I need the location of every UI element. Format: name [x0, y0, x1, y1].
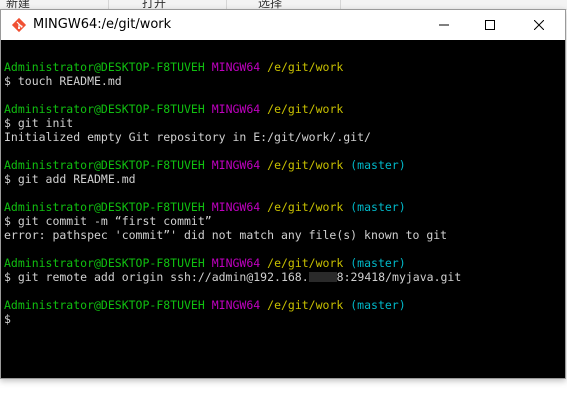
prompt-host: MINGW64 [211, 200, 261, 214]
error-output-line: error: pathspec 'commit”' did not match … [4, 228, 448, 242]
command-text-before-redaction: $ git remote add origin ssh://admin@192.… [4, 270, 309, 284]
prompt-branch: (master) [350, 256, 406, 270]
output-line: Initialized empty Git repository in E:/g… [4, 130, 371, 144]
title-bar[interactable]: MINGW64:/e/git/work [1, 10, 565, 40]
prompt-path: /e/git/work [267, 158, 344, 172]
prompt-host: MINGW64 [211, 158, 261, 172]
prompt-line: Administrator@DESKTOP-F8TUVEH MINGW64 /e… [4, 102, 565, 116]
prompt-host: MINGW64 [211, 298, 261, 312]
desktop: 新建 打开 选择 MINGW64:/e/git/work Administrat… [0, 0, 567, 416]
prompt-line: Administrator@DESKTOP-F8TUVEH MINGW64 /e… [4, 60, 565, 74]
prompt-host: MINGW64 [211, 60, 261, 74]
prompt-path: /e/git/work [267, 60, 344, 74]
command-line: $ git init [4, 116, 74, 130]
prompt-line: Administrator@DESKTOP-F8TUVEH MINGW64 /e… [4, 158, 565, 172]
background-divider [226, 0, 227, 9]
prompt-line: Administrator@DESKTOP-F8TUVEH MINGW64 /e… [4, 298, 565, 312]
prompt-user: Administrator@DESKTOP-F8TUVEH [4, 60, 205, 74]
command-line: $ touch README.md [4, 74, 122, 88]
maximize-button[interactable] [467, 10, 513, 40]
prompt-user: Administrator@DESKTOP-F8TUVEH [4, 158, 205, 172]
git-diamond-icon [11, 17, 27, 33]
minimize-icon [439, 24, 449, 26]
prompt-user: Administrator@DESKTOP-F8TUVEH [4, 200, 205, 214]
command-line: $ git commit -m “first commit” [4, 214, 212, 228]
background-divider [340, 0, 341, 9]
prompt-host: MINGW64 [211, 102, 261, 116]
prompt-path: /e/git/work [267, 200, 344, 214]
prompt-path: /e/git/work [267, 298, 344, 312]
prompt-line: Administrator@DESKTOP-F8TUVEH MINGW64 /e… [4, 200, 565, 214]
close-icon [534, 20, 544, 30]
prompt-user: Administrator@DESKTOP-F8TUVEH [4, 102, 205, 116]
prompt-user: Administrator@DESKTOP-F8TUVEH [4, 298, 205, 312]
command-line: $ git add README.md [4, 172, 136, 186]
minimize-button[interactable] [421, 10, 467, 40]
maximize-icon [485, 20, 495, 30]
close-button[interactable] [513, 10, 565, 40]
command-text-after-redaction: 8:29418/myjava.git [336, 270, 462, 284]
terminal-output[interactable]: Administrator@DESKTOP-F8TUVEH MINGW64 /e… [1, 40, 565, 378]
prompt-path: /e/git/work [267, 256, 344, 270]
terminal-scrollbar[interactable] [564, 40, 565, 378]
prompt-user: Administrator@DESKTOP-F8TUVEH [4, 256, 205, 270]
redacted-ip-block [308, 272, 337, 282]
window-title: MINGW64:/e/git/work [33, 17, 172, 32]
current-input-line[interactable]: $ [4, 312, 565, 326]
prompt-branch: (master) [350, 298, 406, 312]
command-line: $ git remote add origin ssh://admin@192.… [4, 270, 565, 284]
prompt-branch: (master) [350, 200, 406, 214]
prompt-path: /e/git/work [267, 102, 344, 116]
prompt-line: Administrator@DESKTOP-F8TUVEH MINGW64 /e… [4, 256, 565, 270]
prompt-branch: (master) [350, 158, 406, 172]
background-divider [108, 0, 109, 9]
prompt-host: MINGW64 [211, 256, 261, 270]
mingw64-terminal-window: MINGW64:/e/git/work Administrator@DESKTO… [0, 9, 566, 379]
